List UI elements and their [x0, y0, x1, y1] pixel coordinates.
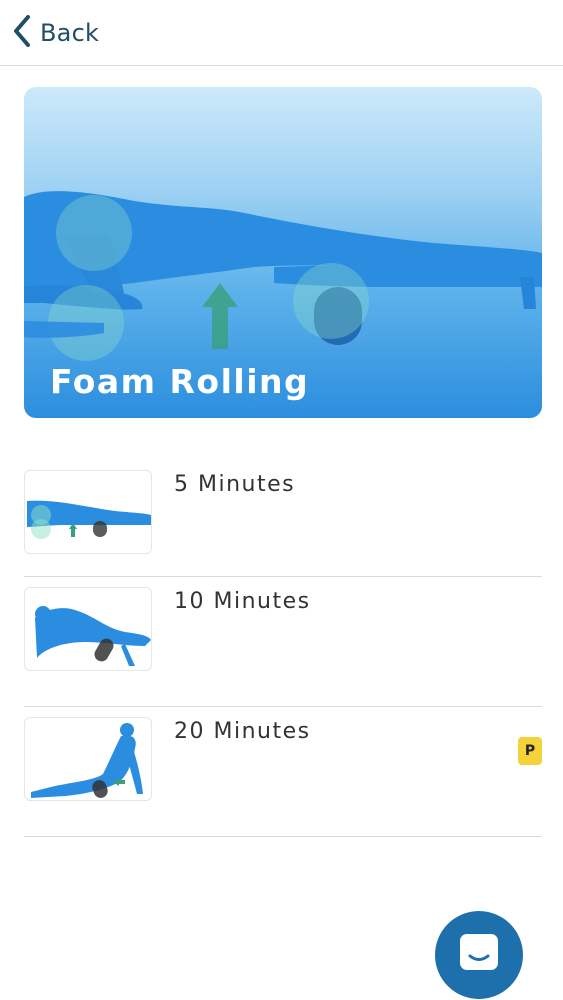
chat-button[interactable]: [435, 911, 523, 999]
chat-bubble-icon: [456, 930, 502, 980]
thumbnail-5-minutes: [24, 470, 152, 554]
premium-badge-icon: P: [518, 737, 542, 765]
thumbnail-20-minutes: [24, 717, 152, 801]
item-label-5-minutes: 5 Minutes: [174, 472, 296, 497]
nav-bar: Back: [0, 0, 563, 66]
thumbnail-10-minutes: [24, 587, 152, 671]
item-label-20-minutes: 20 Minutes: [174, 719, 311, 744]
hero-card[interactable]: Foam Rolling: [24, 87, 542, 418]
list-item-20-minutes[interactable]: 20 Minutes P: [24, 707, 542, 837]
chevron-left-icon: [10, 13, 34, 53]
workout-list: 5 Minutes 10 Minutes 20 Minutes P: [24, 460, 542, 837]
hero-title: Foam Rolling: [50, 362, 310, 401]
item-label-10-minutes: 10 Minutes: [174, 589, 311, 614]
list-item-10-minutes[interactable]: 10 Minutes: [24, 577, 542, 707]
back-button[interactable]: Back: [10, 12, 99, 54]
list-item-5-minutes[interactable]: 5 Minutes: [24, 460, 542, 577]
back-label: Back: [40, 19, 100, 47]
